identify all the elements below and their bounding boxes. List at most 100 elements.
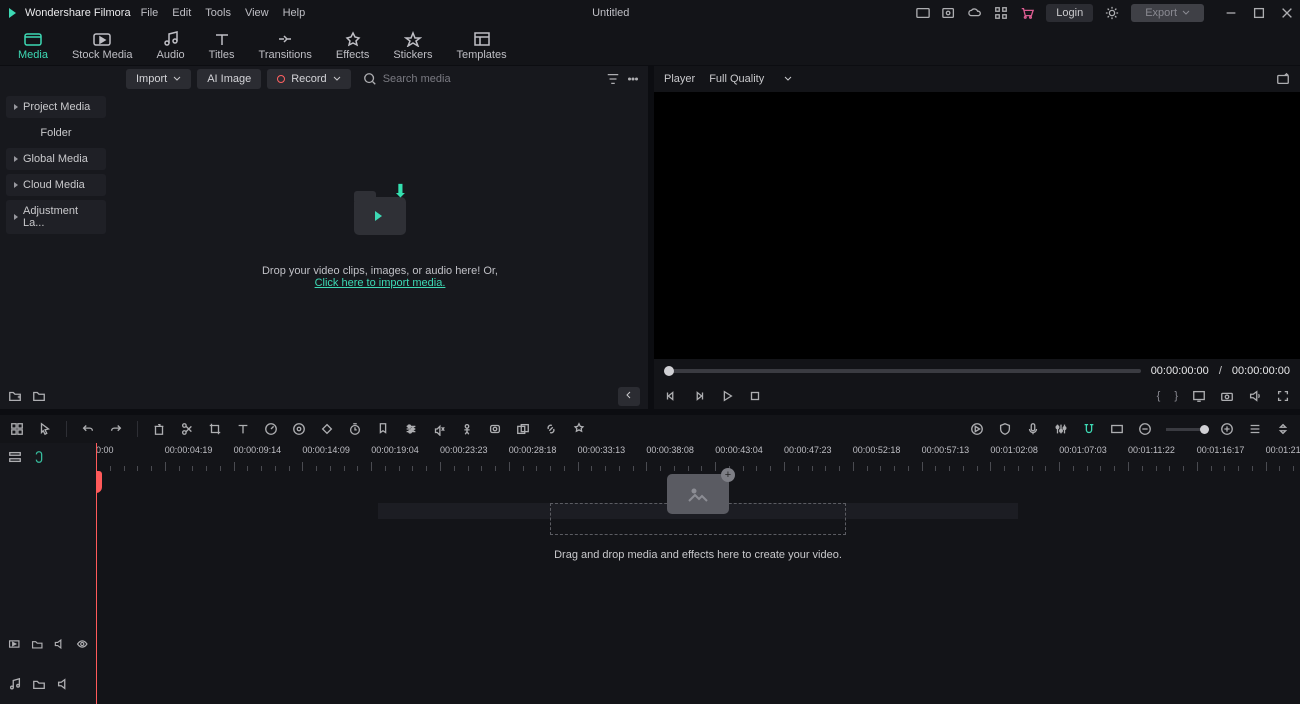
sidebar-item-project-media[interactable]: Project Media: [6, 96, 106, 118]
color-icon[interactable]: [292, 422, 306, 436]
play-icon[interactable]: [720, 389, 734, 403]
aspect-icon[interactable]: [1110, 422, 1124, 436]
import-media-link[interactable]: Click here to import media.: [315, 277, 446, 289]
audio-detach-icon[interactable]: [432, 422, 446, 436]
cart-icon[interactable]: [1020, 6, 1034, 20]
speed-icon[interactable]: [264, 422, 278, 436]
filter-icon[interactable]: [606, 72, 620, 86]
prev-frame-icon[interactable]: [664, 389, 678, 403]
cloud-icon[interactable]: [968, 6, 982, 20]
shield-icon[interactable]: [998, 422, 1012, 436]
export-button[interactable]: Export: [1131, 4, 1204, 22]
duration-icon[interactable]: [348, 422, 362, 436]
track-height-icon[interactable]: [1248, 422, 1262, 436]
close-icon[interactable]: [1280, 6, 1294, 20]
mute-video-icon[interactable]: [53, 637, 66, 651]
layout-icon[interactable]: [916, 6, 930, 20]
sidebar-item-folder[interactable]: Folder: [6, 122, 106, 144]
menu-view[interactable]: View: [245, 7, 269, 19]
zoom-fit-icon[interactable]: [1276, 422, 1290, 436]
cursor-tool-icon[interactable]: [38, 422, 52, 436]
snap-icon[interactable]: [1082, 422, 1096, 436]
stop-icon[interactable]: [748, 389, 762, 403]
search-input[interactable]: [383, 73, 594, 85]
link-icon[interactable]: [544, 422, 558, 436]
menu-help[interactable]: Help: [283, 7, 306, 19]
tab-effects[interactable]: Effects: [336, 31, 369, 65]
motion-icon[interactable]: [460, 422, 474, 436]
zoom-out-icon[interactable]: [1138, 422, 1152, 436]
visibility-icon[interactable]: [76, 637, 89, 651]
sidebar-item-adjustment-layer[interactable]: Adjustment La...: [6, 200, 106, 234]
timeline-drop-zone[interactable]: [550, 503, 846, 535]
menu-file[interactable]: File: [141, 7, 159, 19]
volume-icon[interactable]: [1248, 389, 1262, 403]
folder-sm-icon[interactable]: [31, 637, 44, 651]
placeholder-thumb[interactable]: [667, 474, 729, 514]
time-current: 00:00:00:00: [1151, 365, 1209, 377]
ai-image-button[interactable]: AI Image: [197, 69, 261, 89]
tab-templates[interactable]: Templates: [456, 31, 506, 65]
adjust-icon[interactable]: [404, 422, 418, 436]
zoom-slider[interactable]: [1166, 428, 1206, 431]
delete-icon[interactable]: [152, 422, 166, 436]
time-ruler[interactable]: 0:0000:00:04:1900:00:09:1400:00:14:0900:…: [96, 443, 1300, 471]
mark-out-icon[interactable]: }: [1174, 390, 1178, 402]
settings-icon[interactable]: [1105, 6, 1119, 20]
redo-icon[interactable]: [109, 422, 123, 436]
quality-dropdown[interactable]: Full Quality: [709, 73, 792, 85]
record-screen-icon[interactable]: [942, 6, 956, 20]
undo-icon[interactable]: [81, 422, 95, 436]
keyframe-icon[interactable]: [320, 422, 334, 436]
playhead[interactable]: [96, 443, 97, 704]
apps-icon[interactable]: [994, 6, 1008, 20]
crop-icon[interactable]: [208, 422, 222, 436]
mark-in-icon[interactable]: {: [1157, 390, 1161, 402]
scrub-track[interactable]: [664, 369, 1141, 373]
sidebar-item-global-media[interactable]: Global Media: [6, 148, 106, 170]
mask-icon[interactable]: [488, 422, 502, 436]
main-tabs: Media Stock Media Audio Titles Transitio…: [0, 26, 1300, 66]
collapse-sidebar-button[interactable]: [618, 387, 640, 406]
group-icon[interactable]: [516, 422, 530, 436]
timeline-tracks[interactable]: 0:0000:00:04:1900:00:09:1400:00:14:0900:…: [96, 443, 1300, 704]
sidebar-item-cloud-media[interactable]: Cloud Media: [6, 174, 106, 196]
folder-icon[interactable]: [32, 389, 46, 403]
snapshot-icon[interactable]: [1276, 72, 1290, 86]
media-drop-area[interactable]: ⬇ Drop your video clips, images, or audi…: [112, 92, 648, 383]
mixer-icon[interactable]: [1054, 422, 1068, 436]
more-icon[interactable]: [626, 72, 640, 86]
import-button[interactable]: Import: [126, 69, 191, 89]
audio-track-icon: [8, 677, 22, 691]
tab-transitions[interactable]: Transitions: [259, 31, 312, 65]
fullscreen-icon[interactable]: [1276, 389, 1290, 403]
next-frame-icon[interactable]: [692, 389, 706, 403]
new-folder-icon[interactable]: [8, 389, 22, 403]
tab-audio[interactable]: Audio: [157, 31, 185, 65]
marker-icon[interactable]: [376, 422, 390, 436]
menu-tools[interactable]: Tools: [205, 7, 231, 19]
display-icon[interactable]: [1192, 389, 1206, 403]
effects-tl-icon[interactable]: [572, 422, 586, 436]
mic-icon[interactable]: [1026, 422, 1040, 436]
mute-audio-icon[interactable]: [56, 677, 70, 691]
login-button[interactable]: Login: [1046, 4, 1093, 22]
tab-titles[interactable]: Titles: [209, 31, 235, 65]
split-icon[interactable]: [180, 422, 194, 436]
auto-ripple-icon[interactable]: [32, 450, 46, 464]
camera-icon[interactable]: [1220, 389, 1234, 403]
text-icon[interactable]: [236, 422, 250, 436]
record-button[interactable]: Record: [267, 69, 350, 89]
render-icon[interactable]: [970, 422, 984, 436]
zoom-in-icon[interactable]: [1220, 422, 1234, 436]
folder-sm2-icon[interactable]: [32, 677, 46, 691]
minimize-icon[interactable]: [1224, 6, 1238, 20]
tab-stock-media[interactable]: Stock Media: [72, 31, 133, 65]
maximize-icon[interactable]: [1252, 6, 1266, 20]
tab-stickers[interactable]: Stickers: [393, 31, 432, 65]
menu-edit[interactable]: Edit: [172, 7, 191, 19]
select-tool-icon[interactable]: [10, 422, 24, 436]
video-viewer[interactable]: [654, 92, 1300, 359]
track-manager-icon[interactable]: [8, 450, 22, 464]
tab-media[interactable]: Media: [18, 31, 48, 65]
